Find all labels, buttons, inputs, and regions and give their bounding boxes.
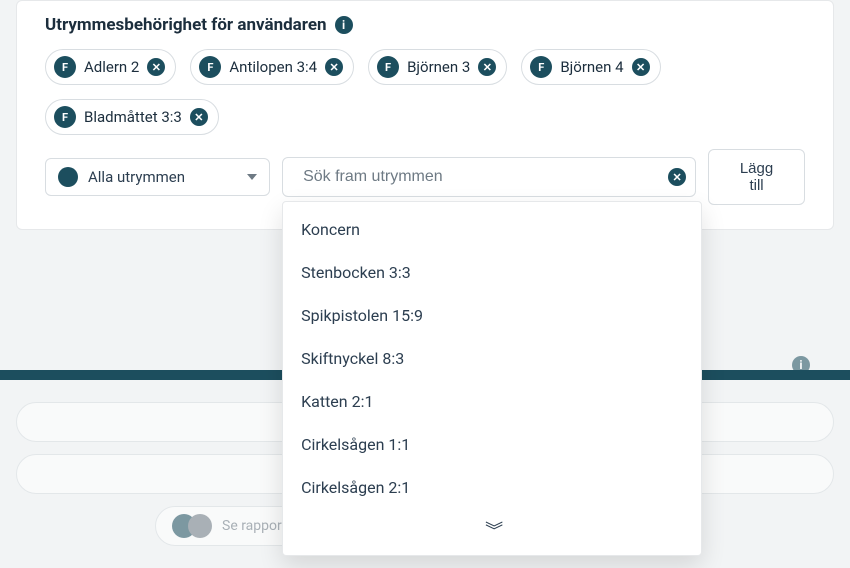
space-permissions-card: Utrymmesbehörighet för användaren i F Adl… — [16, 0, 834, 230]
chip-badge: F — [530, 56, 552, 78]
chevron-down-icon — [247, 174, 257, 180]
dropdown-item[interactable]: Stenbocken 3:3 — [283, 251, 701, 294]
chip-remove-icon[interactable]: ✕ — [632, 58, 650, 76]
dropdown-show-more[interactable]: ︾ — [283, 509, 701, 555]
dropdown-item[interactable]: Katten 2:1 — [283, 380, 701, 423]
chip-label: Björnen 3 — [407, 58, 470, 76]
chip-label: Bladmåttet 3:3 — [84, 108, 182, 126]
chip: F Adlern 2 ✕ — [45, 49, 176, 85]
chip: F Bladmåttet 3:3 ✕ — [45, 99, 219, 135]
chip-label: Antilopen 3:4 — [229, 58, 317, 76]
dropdown-item[interactable]: Skiftnyckel 8:3 — [283, 337, 701, 380]
chip-label: Björnen 4 — [560, 58, 623, 76]
chip-remove-icon[interactable]: ✕ — [478, 58, 496, 76]
search-input[interactable] — [282, 157, 696, 197]
info-icon[interactable]: i — [792, 356, 810, 374]
scope-select-label: Alla utrymmen — [88, 168, 185, 186]
clear-search-icon[interactable]: ✕ — [668, 168, 686, 186]
search-dropdown: KoncernStenbocken 3:3Spikpistolen 15:9Sk… — [282, 201, 702, 556]
double-chevron-down-icon: ︾ — [485, 521, 499, 542]
chip-badge: F — [377, 56, 399, 78]
scope-select[interactable]: Alla utrymmen — [45, 158, 270, 196]
chip-badge: F — [54, 56, 76, 78]
chip-remove-icon[interactable]: ✕ — [325, 58, 343, 76]
info-icon[interactable]: i — [335, 16, 353, 34]
add-button[interactable]: Lägg till — [708, 149, 805, 205]
chip-remove-icon[interactable]: ✕ — [147, 58, 165, 76]
dropdown-item[interactable]: Cirkelsågen 2:1 — [283, 466, 701, 509]
chip: F Björnen 3 ✕ — [368, 49, 507, 85]
dropdown-item[interactable]: Spikpistolen 15:9 — [283, 294, 701, 337]
chip: F Björnen 4 ✕ — [521, 49, 660, 85]
section-title-text: Utrymmesbehörighet för användaren — [45, 15, 327, 35]
selected-chips-row: F Adlern 2 ✕ F Antilopen 3:4 ✕ F Björnen 3 ✕ F Bjö… — [45, 49, 805, 135]
controls-row: Alla utrymmen ✕ KoncernStenbocken 3:3Spi… — [45, 149, 805, 205]
chip-label: Adlern 2 — [84, 58, 139, 76]
chip-badge: F — [54, 106, 76, 128]
chip-badge: F — [199, 56, 221, 78]
scope-dot-icon — [58, 167, 78, 187]
search-wrap: ✕ KoncernStenbocken 3:3Spikpistolen 15:9… — [282, 157, 696, 197]
overlap-avatar-icon — [172, 514, 212, 538]
dropdown-item[interactable]: Koncern — [283, 208, 701, 251]
dropdown-item[interactable]: Cirkelsågen 1:1 — [283, 423, 701, 466]
section-title: Utrymmesbehörighet för användaren i — [45, 15, 805, 35]
chip: F Antilopen 3:4 ✕ — [190, 49, 354, 85]
chip-remove-icon[interactable]: ✕ — [190, 108, 208, 126]
